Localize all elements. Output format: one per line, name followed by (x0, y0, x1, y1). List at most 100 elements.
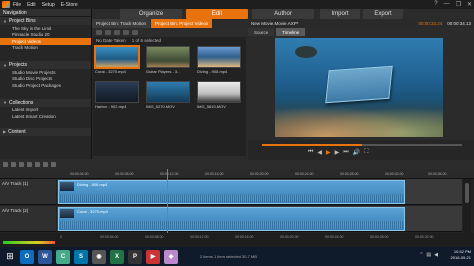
start-button[interactable]: ⊞ (3, 250, 17, 264)
picture-in-picture-overlay[interactable] (325, 65, 393, 104)
star-icon[interactable] (123, 30, 129, 35)
word-icon[interactable]: W (38, 249, 52, 264)
marker-icon[interactable] (27, 162, 32, 167)
menu-edit[interactable]: Edit (27, 2, 36, 8)
scrubber[interactable] (262, 144, 462, 146)
pinnacle-icon[interactable]: P (128, 249, 142, 264)
app-logo (2, 1, 10, 8)
media-tile[interactable]: IMG_5270.MOV (146, 81, 193, 111)
help-icon[interactable]: ? (434, 1, 437, 8)
cut-icon[interactable] (11, 162, 16, 167)
app-icon[interactable]: ◉ (92, 249, 106, 264)
navigator-ruler[interactable]: 0 00:00:04.00 00:00:08.00 00:00:12.00 00… (0, 233, 474, 247)
media-grid: Coral - 3270.mp4 Guitar Players - 3... D… (93, 45, 246, 111)
magnet-icon[interactable] (35, 162, 40, 167)
clock[interactable]: 10:32 PM 2016-09-21 (451, 249, 471, 261)
menu-bar: File Edit Setup E-Store ? — ❐ ✕ (0, 0, 474, 9)
skype-icon[interactable]: S (74, 249, 88, 264)
video-preview[interactable] (275, 38, 443, 137)
step-back-icon[interactable]: ◀ (317, 149, 322, 156)
media-tile[interactable]: IMG_5810.MOV (197, 81, 244, 111)
thumbnail (197, 46, 241, 68)
media-tile[interactable]: Harbor - 902.mp4 (95, 81, 142, 111)
tab-author[interactable]: Author (252, 9, 314, 19)
video-clip[interactable]: Coral - 3270.mp4 (58, 207, 405, 231)
ruler-tick: 00:00:04.00 (70, 172, 89, 176)
section-projects[interactable]: ▼ Projects (0, 61, 91, 69)
view-icon[interactable] (96, 30, 102, 35)
track-name: A/V Track (1) (2, 181, 29, 186)
tab-project-videos[interactable]: Project Bin: Project Videos (151, 19, 213, 28)
sea-turtle (295, 46, 317, 58)
media-tile[interactable]: Diving - 908.mp4 (197, 46, 244, 76)
close-icon[interactable]: ✕ (467, 1, 472, 8)
ruler-tick: 00:00:16.00 (235, 235, 254, 239)
date-filter[interactable]: No Date Taken (96, 38, 126, 43)
volume-icon[interactable]: 🔊 (353, 149, 360, 156)
step-forward-icon[interactable]: ▶ (335, 149, 340, 156)
chevron-down-icon: ▼ (3, 18, 7, 24)
media-caption: IMG_5270.MOV (146, 104, 175, 109)
audio-icon[interactable] (43, 162, 48, 167)
tab-organize[interactable]: Organize (120, 9, 182, 19)
filter-icon[interactable] (114, 30, 120, 35)
clip-label: Coral - 3270.mp4 (77, 209, 108, 214)
section-title: Collections (8, 99, 34, 106)
tab-track-motion[interactable]: Project Bin: Track Motion (92, 19, 151, 28)
chevron-down-icon: ▼ (3, 62, 7, 68)
ruler-tick: 00:00:24.00 (295, 172, 314, 176)
tab-export[interactable]: Export (363, 9, 403, 19)
paint-icon[interactable]: ◆ (164, 249, 178, 264)
play-icon[interactable]: ▶ (326, 149, 331, 156)
track-header[interactable]: A/V Track (1) (0, 179, 56, 205)
outlook-icon[interactable]: O (20, 249, 34, 264)
ruler-tick: 00:00:36.00 (428, 172, 447, 176)
skip-start-icon[interactable]: ⏮ (308, 149, 313, 156)
media-tile[interactable]: Coral - 3270.mp4 (94, 45, 142, 76)
delete-icon[interactable] (19, 162, 24, 167)
section-content[interactable]: ▶ Content (0, 127, 91, 136)
video-clip[interactable]: Diving - 908.mp4 (58, 180, 405, 204)
playhead[interactable] (167, 169, 168, 233)
media-tile[interactable]: Guitar Players - 3... (146, 46, 193, 76)
tab-import[interactable]: Import (320, 9, 360, 19)
ruler-tick: 00:00:12.00 (160, 172, 179, 176)
chrome-icon[interactable]: C (56, 249, 70, 264)
mode-tabs: Organize Edit Author (120, 9, 314, 19)
track-lane[interactable]: Diving - 908.mp4 (57, 179, 462, 205)
menu-setup[interactable]: Setup (42, 2, 55, 8)
thumbnail (197, 81, 241, 103)
fullscreen-icon[interactable]: ⛶ (364, 149, 368, 156)
section-project-bins[interactable]: ▼ Project Bins (0, 17, 91, 25)
menu-estore[interactable]: E-Store (61, 2, 78, 8)
excel-icon[interactable]: X (110, 249, 124, 264)
tab-edit[interactable]: Edit (186, 9, 248, 19)
sort-icon[interactable] (105, 30, 111, 35)
ruler-tick: 00:00:16.00 (205, 172, 224, 176)
minimize-icon[interactable]: — (444, 1, 450, 8)
media-icon[interactable]: ▶ (146, 249, 160, 264)
section-collections[interactable]: ▼ Collections (0, 98, 91, 107)
track-lane[interactable]: Coral - 3270.mp4 (57, 206, 462, 232)
chevron-down-icon: ▼ (3, 100, 7, 105)
volume-icon[interactable]: ◀ (434, 252, 438, 258)
tab-timeline[interactable]: Timeline (276, 28, 306, 36)
scrollbar-thumb[interactable] (465, 183, 469, 203)
network-icon[interactable]: ▤ (426, 252, 431, 258)
timeline-scrollbar[interactable] (463, 179, 471, 233)
zoom-icon[interactable] (51, 162, 56, 167)
tag-icon[interactable] (132, 30, 138, 35)
maximize-icon[interactable]: ❐ (456, 1, 461, 8)
menu-file[interactable]: File (13, 2, 21, 8)
thumbnail (94, 45, 140, 69)
settings-icon[interactable] (3, 162, 8, 167)
timecode-display[interactable]: 00:00:33.24 (418, 21, 442, 26)
track-name: A/V Track (2) (2, 208, 29, 213)
tab-source[interactable]: Source (248, 28, 275, 36)
track-header[interactable]: A/V Track (2) (0, 206, 56, 232)
skip-end-icon[interactable]: ⏭ (343, 149, 348, 156)
timeline-ruler[interactable]: 00:00:04.00 00:00:08.00 00:00:12.00 00:0… (0, 169, 474, 179)
up-arrow-icon[interactable]: ⌃ (419, 252, 423, 258)
windows-taskbar: ⊞ O W C S ◉ X P ▶ ◆ 2 items 1 item selec… (0, 247, 474, 266)
ruler-tick: 00:00:28.00 (370, 235, 389, 239)
